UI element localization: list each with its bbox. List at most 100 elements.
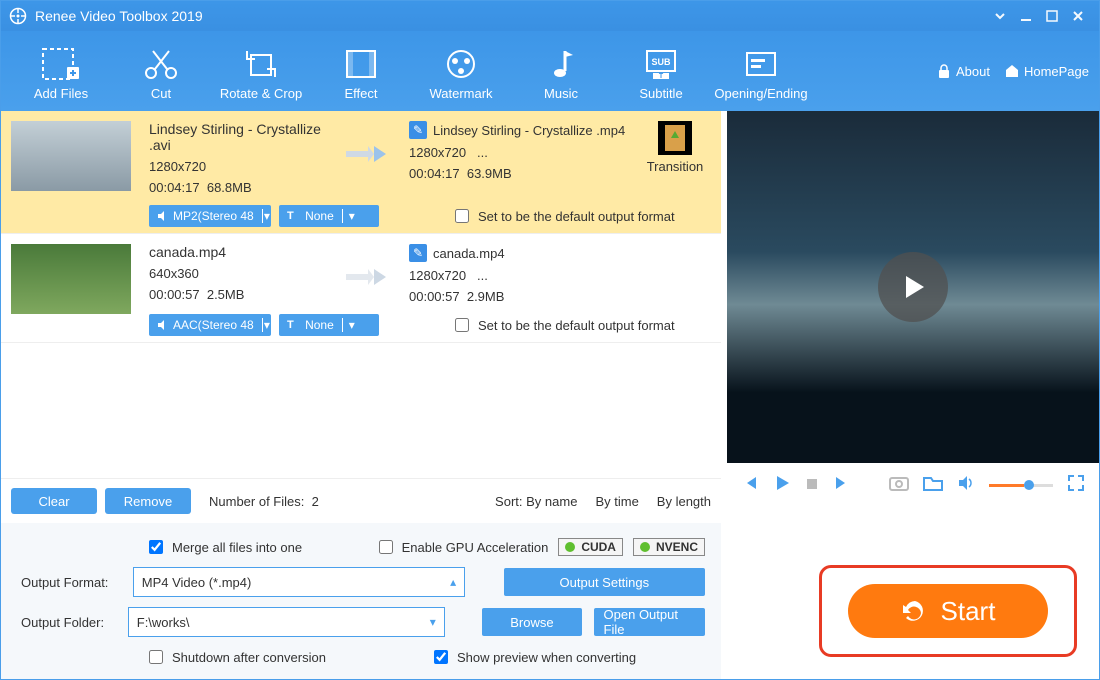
maximize-button[interactable]	[1039, 3, 1065, 29]
transition-thumb-icon	[658, 121, 692, 155]
preview-controls	[727, 463, 1099, 507]
tool-subtitle[interactable]: SUB T Subtitle	[611, 42, 711, 101]
music-note-icon	[511, 42, 611, 86]
convert-arrow-icon	[339, 252, 399, 302]
app-logo-icon	[9, 7, 27, 25]
fullscreen-button[interactable]	[1067, 474, 1085, 497]
tool-label: Music	[511, 86, 611, 101]
svg-text:T: T	[659, 73, 664, 80]
tool-label: Effect	[311, 86, 411, 101]
audio-select[interactable]: MP2(Stereo 48 ▾	[149, 205, 271, 227]
refresh-icon	[901, 597, 929, 625]
edit-icon[interactable]: ✎	[409, 121, 427, 139]
file-size: 68.8MB	[207, 180, 252, 195]
dropdown-button[interactable]	[987, 3, 1013, 29]
sort-by-name[interactable]: By name	[526, 494, 577, 509]
chevron-up-icon: ▴	[450, 575, 456, 589]
lock-icon	[936, 63, 952, 79]
start-button[interactable]: Start	[848, 584, 1048, 638]
chevron-down-icon: ▾	[342, 318, 361, 332]
speaker-icon	[157, 320, 169, 330]
output-name: Lindsey Stirling - Crystallize .mp4	[433, 123, 625, 138]
file-resolution: 640x360	[149, 266, 339, 281]
audio-select[interactable]: AAC(Stereo 48 ▾	[149, 314, 271, 336]
tool-opening-ending[interactable]: Opening/Ending	[711, 42, 811, 101]
file-duration: 00:00:57	[149, 287, 200, 302]
start-highlight-box: Start	[819, 565, 1077, 657]
previous-button[interactable]	[741, 474, 759, 497]
tool-cut[interactable]: Cut	[111, 42, 211, 101]
about-link[interactable]: About	[936, 63, 990, 79]
file-count-label: Number of Files:	[209, 494, 304, 509]
output-size: 63.9MB	[467, 166, 512, 181]
open-folder-button[interactable]	[923, 475, 943, 496]
output-folder-combo[interactable]: F:\works\▾	[128, 607, 445, 637]
chevron-down-icon: ▾	[262, 209, 271, 223]
film-add-icon	[11, 42, 111, 86]
nvenc-badge: NVENC	[633, 538, 705, 556]
volume-slider[interactable]	[989, 484, 1053, 487]
default-format-checkbox[interactable]: Set to be the default output format	[451, 206, 675, 226]
shutdown-checkbox[interactable]: Shutdown after conversion	[145, 647, 326, 667]
tool-music[interactable]: Music	[511, 42, 611, 101]
chevron-down-icon: ▾	[342, 209, 361, 223]
file-thumbnail	[11, 244, 131, 314]
subtitle-select[interactable]: T None ▾	[279, 205, 379, 227]
app-window: Renee Video Toolbox 2019 Add Files Cut R…	[0, 0, 1100, 680]
output-resolution: 1280x720	[409, 145, 466, 160]
preview-checkbox[interactable]: Show preview when converting	[430, 647, 636, 667]
merge-checkbox[interactable]: Merge all files into one	[145, 537, 302, 557]
file-count: 2	[312, 494, 319, 509]
tool-label: Opening/Ending	[711, 86, 811, 101]
crop-rotate-icon	[211, 42, 311, 86]
transition-button[interactable]: Transition	[639, 121, 711, 195]
output-folder-label: Output Folder:	[21, 615, 118, 630]
next-button[interactable]	[833, 474, 851, 497]
subtitle-select[interactable]: T None ▾	[279, 314, 379, 336]
svg-text:SUB: SUB	[651, 57, 671, 67]
output-format-label: Output Format:	[21, 575, 123, 590]
file-list: Lindsey Stirling - Crystallize .avi 1280…	[1, 111, 721, 463]
file-name: canada.mp4	[149, 244, 339, 260]
play-button[interactable]	[773, 474, 791, 497]
stop-button[interactable]	[805, 475, 819, 496]
settings-panel: Merge all files into one Enable GPU Acce…	[1, 523, 721, 679]
tool-watermark[interactable]: Watermark	[411, 42, 511, 101]
snapshot-button[interactable]	[889, 475, 909, 496]
watermark-icon	[411, 42, 511, 86]
file-size: 2.5MB	[207, 287, 245, 302]
close-button[interactable]	[1065, 3, 1091, 29]
file-row[interactable]: Lindsey Stirling - Crystallize .avi 1280…	[1, 111, 721, 234]
chevron-down-icon: ▾	[262, 318, 271, 332]
edit-icon[interactable]: ✎	[409, 244, 427, 262]
output-settings-button[interactable]: Output Settings	[504, 568, 705, 596]
speaker-icon	[157, 211, 169, 221]
tool-add-files[interactable]: Add Files	[11, 42, 111, 101]
tool-label: Cut	[111, 86, 211, 101]
output-more[interactable]: ...	[477, 268, 488, 283]
sort-by-time[interactable]: By time	[595, 494, 638, 509]
app-title: Renee Video Toolbox 2019	[35, 8, 203, 24]
sort-by-length[interactable]: By length	[657, 494, 711, 509]
tool-label: Subtitle	[611, 86, 711, 101]
browse-button[interactable]: Browse	[482, 608, 581, 636]
remove-button[interactable]: Remove	[105, 488, 191, 514]
tool-rotate-crop[interactable]: Rotate & Crop	[211, 42, 311, 101]
output-duration: 00:00:57	[409, 289, 460, 304]
file-row[interactable]: canada.mp4 640x360 00:00:57 2.5MB ✎ cana…	[1, 234, 721, 343]
action-bar: Clear Remove Number of Files: 2 Sort: By…	[1, 478, 721, 523]
tool-effect[interactable]: Effect	[311, 42, 411, 101]
gpu-checkbox[interactable]: Enable GPU Acceleration	[375, 537, 549, 557]
output-more[interactable]: ...	[477, 145, 488, 160]
play-overlay-button[interactable]	[878, 252, 948, 322]
default-format-checkbox[interactable]: Set to be the default output format	[451, 315, 675, 335]
clear-button[interactable]: Clear	[11, 488, 97, 514]
open-output-button[interactable]: Open Output File	[594, 608, 705, 636]
video-preview[interactable]	[727, 111, 1099, 463]
output-duration: 00:04:17	[409, 166, 460, 181]
scissors-icon	[111, 42, 211, 86]
minimize-button[interactable]	[1013, 3, 1039, 29]
output-format-combo[interactable]: MP4 Video (*.mp4)▴	[133, 567, 465, 597]
convert-arrow-icon	[339, 129, 399, 179]
homepage-link[interactable]: HomePage	[1004, 63, 1089, 79]
